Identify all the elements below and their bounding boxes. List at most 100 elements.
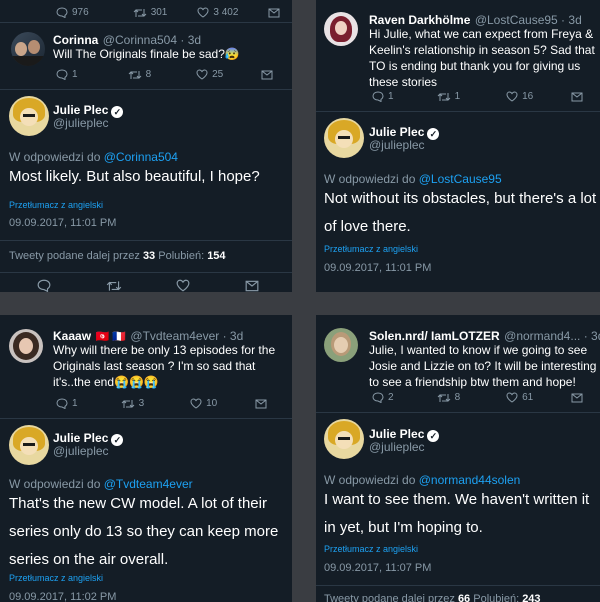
author-name[interactable]: Raven Darkhölme (369, 13, 470, 27)
translate-link[interactable]: Przetłumacz z angielski (9, 200, 103, 210)
reply-prefix: W odpowiedzi do (9, 150, 101, 164)
author-handle[interactable]: @julieplec (53, 116, 109, 130)
tweet-text: Hi Julie, what we can expect from Freya … (369, 27, 595, 89)
likes-label[interactable]: Polubień: (158, 250, 204, 262)
message-icon[interactable] (571, 92, 583, 102)
retweet-icon[interactable] (437, 393, 451, 403)
tweet-date[interactable]: 09.09.2017, 11:02 PM (9, 591, 116, 602)
reply-icon[interactable] (372, 91, 384, 102)
engagement-summary: Tweety podane dalej przez 66 Polubień: 2… (324, 593, 541, 602)
like-icon[interactable] (506, 91, 518, 102)
reply-text: That's the new CW model. A lot of their … (9, 495, 279, 568)
reply-prefix: W odpowiedzi do (324, 172, 416, 186)
tweet-action-bar: 1 8 25 (56, 69, 273, 80)
tweet-date[interactable]: 09.09.2017, 11:01 PM (9, 217, 116, 229)
like-icon[interactable] (176, 279, 190, 292)
reply-mention-link[interactable]: @normand44solen (419, 473, 521, 487)
retweet-icon[interactable] (437, 92, 451, 102)
like-icon[interactable] (190, 398, 202, 409)
reply-count: 2 (388, 392, 394, 403)
reply-text: Not without its obstacles, but there's a… (324, 190, 597, 235)
author-handle[interactable]: @normand4... · 3d (504, 329, 600, 343)
avatar-julieplec[interactable] (324, 419, 364, 459)
author-name[interactable]: Julie Plec (369, 427, 424, 441)
author-name[interactable]: Solen.nrd/ IamLOTZER (369, 329, 500, 343)
retweet-icon[interactable] (106, 280, 122, 292)
message-icon[interactable] (261, 70, 273, 80)
retweet-icon[interactable] (128, 70, 142, 80)
top-action-bar: 976 301 3 402 (56, 7, 280, 18)
tweet-text: Will The Originals finale be sad?😰 (53, 47, 240, 61)
avatar-corinna[interactable] (11, 32, 45, 66)
author-name[interactable]: Kaaaw (53, 329, 91, 343)
avatar-solen[interactable] (324, 328, 358, 362)
retweet-count: 1 (454, 91, 461, 102)
like-count: 61 (522, 392, 534, 403)
tweet-panel-solen: Solen.nrd/ IamLOTZER @normand4... · 3d J… (316, 315, 600, 602)
message-icon[interactable] (255, 399, 267, 409)
retweets-label[interactable]: Tweety podane dalej przez (9, 250, 140, 262)
reply-action-bar (37, 279, 259, 292)
likes-count[interactable]: 243 (522, 593, 540, 602)
tweet-action-bar: 1 1 16 (372, 91, 583, 102)
tweet-text: Why will there be only 13 episodes for t… (53, 343, 276, 389)
likes-label[interactable]: Polubień: (473, 593, 519, 602)
reply-mention-link[interactable]: @LostCause95 (419, 172, 502, 186)
tweet-action-bar: 1 3 10 (56, 398, 267, 409)
retweet-count: 8 (454, 392, 461, 403)
retweets-count[interactable]: 33 (143, 250, 155, 262)
reply-prefix: W odpowiedzi do (9, 477, 101, 491)
like-count: 10 (206, 398, 218, 409)
translate-link[interactable]: Przetłumacz z angielski (9, 573, 103, 583)
reply-icon[interactable] (56, 7, 68, 18)
reply-mention-link[interactable]: @Tvdteam4ever (104, 477, 193, 491)
author-handle[interactable]: @Tvdteam4ever · 3d (130, 329, 243, 343)
like-icon[interactable] (196, 69, 208, 80)
message-icon[interactable] (571, 393, 583, 403)
reply-icon[interactable] (372, 392, 384, 403)
message-icon[interactable] (245, 280, 259, 292)
reply-count: 1 (388, 91, 394, 102)
author-handle[interactable]: @julieplec (369, 440, 425, 454)
tweet-panel-corinna: 976 301 3 402 Corinna @Corinna504 · 3d W… (0, 0, 292, 292)
author-name[interactable]: Corinna (53, 33, 98, 47)
verified-icon: ✓ (111, 434, 124, 446)
tweet-panel-kaaaw: Kaaaw 🇹🇳 🇫🇷 @Tvdteam4ever · 3d Why will … (0, 315, 292, 602)
author-handle[interactable]: @LostCause95 · 3d (475, 13, 582, 27)
avatar-julieplec[interactable] (9, 425, 49, 465)
like-icon[interactable] (197, 7, 209, 18)
author-name[interactable]: Julie Plec (369, 125, 424, 139)
author-handle[interactable]: @julieplec (369, 138, 425, 152)
author-name[interactable]: Julie Plec (53, 431, 108, 445)
retweets-count[interactable]: 66 (458, 593, 470, 602)
retweet-icon[interactable] (133, 8, 147, 18)
avatar-julieplec[interactable] (9, 96, 49, 136)
reply-mention-link[interactable]: @Corinna504 (104, 150, 178, 164)
like-icon[interactable] (506, 392, 518, 403)
like-count: 25 (212, 69, 224, 80)
reply-icon[interactable] (56, 69, 68, 80)
tweet-date[interactable]: 09.09.2017, 11:01 PM (324, 262, 431, 274)
reply-icon[interactable] (37, 279, 51, 292)
reply-context: W odpowiedzi do @Tvdteam4ever (9, 477, 193, 491)
reply-icon[interactable] (56, 398, 68, 409)
author-handle[interactable]: @Corinna504 · 3d (103, 33, 201, 47)
tweet-text: Julie, I wanted to know if we going to s… (369, 343, 597, 389)
translate-link[interactable]: Przetłumacz z angielski (324, 544, 418, 554)
engagement-summary: Tweety podane dalej przez 33 Polubień: 1… (9, 250, 226, 262)
tweet-action-bar: 2 8 61 (372, 392, 583, 403)
likes-count[interactable]: 154 (207, 250, 225, 262)
verified-icon: ✓ (427, 430, 440, 442)
message-icon[interactable] (268, 8, 280, 18)
retweets-label[interactable]: Tweety podane dalej przez (324, 593, 455, 602)
avatar-kaaaw[interactable] (9, 329, 43, 363)
retweet-count: 8 (145, 69, 152, 80)
retweet-icon[interactable] (121, 399, 135, 409)
reply-text: I want to see them. We haven't written i… (324, 491, 590, 536)
avatar-julieplec[interactable] (324, 118, 364, 158)
avatar-raven[interactable] (324, 12, 358, 46)
translate-link[interactable]: Przetłumacz z angielski (324, 244, 418, 254)
author-handle[interactable]: @julieplec (53, 444, 109, 458)
author-name[interactable]: Julie Plec (53, 103, 108, 117)
tweet-date[interactable]: 09.09.2017, 11:07 PM (324, 562, 431, 574)
